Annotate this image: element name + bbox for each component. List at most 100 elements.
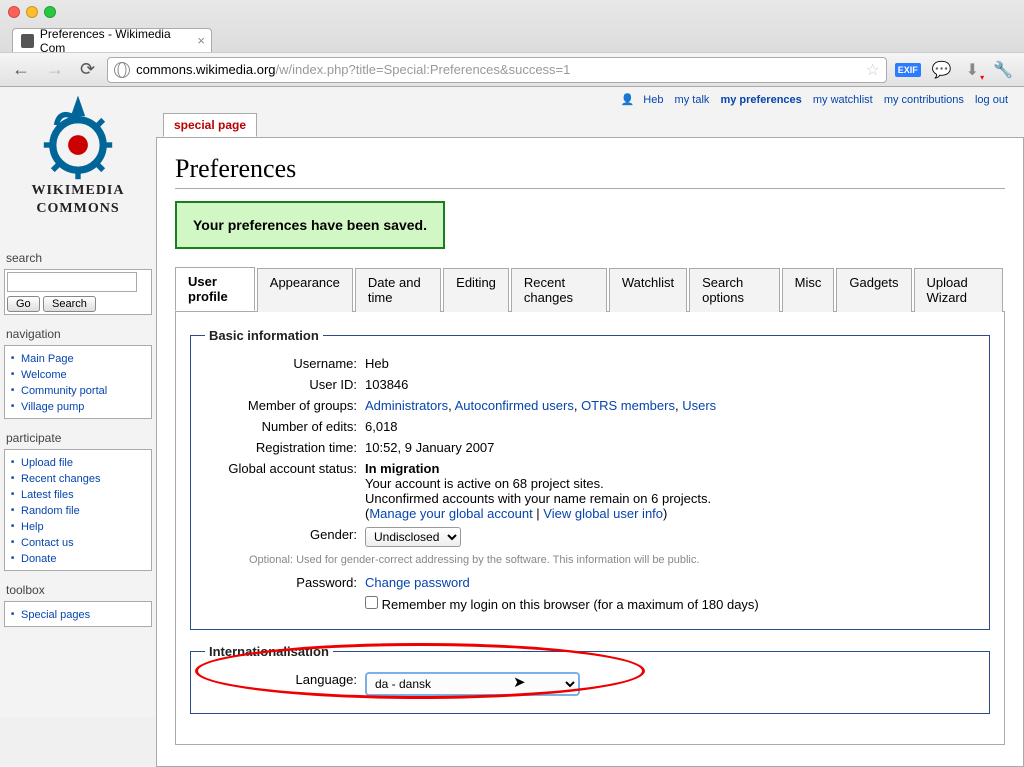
intl-fieldset: Internationalisation Language:da - dansk… — [190, 644, 990, 714]
bookmark-star-icon[interactable]: ☆ — [865, 60, 879, 80]
part-recent-changes[interactable]: Recent changes — [21, 473, 101, 485]
link-logout[interactable]: log out — [975, 94, 1008, 106]
userid-value: 103846 — [365, 377, 975, 392]
remember-checkbox[interactable] — [365, 596, 378, 609]
part-help[interactable]: Help — [21, 521, 44, 533]
tab-upload-wizard[interactable]: Upload Wizard — [914, 268, 1003, 312]
reg-value: 10:52, 9 January 2007 — [365, 440, 975, 455]
link-mywatchlist[interactable]: my watchlist — [813, 94, 873, 106]
participate-heading: participate — [4, 427, 152, 449]
group-otrs[interactable]: OTRS members — [581, 398, 675, 413]
tab-search-options[interactable]: Search options — [689, 268, 780, 312]
tab-content: Basic information Username:Heb User ID:1… — [175, 312, 1005, 745]
tab-date-time[interactable]: Date and time — [355, 268, 441, 312]
url-box[interactable]: commons.wikimedia.org/w/index.php?title=… — [107, 57, 887, 83]
language-label: Language: — [205, 672, 365, 687]
edits-label: Number of edits: — [205, 419, 365, 434]
content: special page Preferences Your preference… — [156, 137, 1024, 767]
tab-watchlist[interactable]: Watchlist — [609, 268, 687, 312]
wrench-icon[interactable]: 🔧 — [990, 60, 1016, 80]
groups-value: Administrators, Autoconfirmed users, OTR… — [365, 398, 975, 413]
reload-button[interactable]: ⟳ — [76, 57, 99, 82]
part-random-file[interactable]: Random file — [21, 505, 80, 517]
close-window-button[interactable] — [8, 6, 20, 18]
part-donate[interactable]: Donate — [21, 553, 56, 565]
nav-main-page[interactable]: Main Page — [21, 353, 74, 365]
zoom-window-button[interactable] — [44, 6, 56, 18]
group-users[interactable]: Users — [682, 398, 716, 413]
tab-recent-changes[interactable]: Recent changes — [511, 268, 607, 312]
page-title: Preferences — [175, 148, 1005, 189]
logo-text-2: COMMONS — [8, 201, 148, 217]
nav-welcome[interactable]: Welcome — [21, 369, 67, 381]
gstatus-value: In migration Your account is active on 6… — [365, 461, 975, 521]
gender-select[interactable]: Undisclosed — [365, 527, 461, 547]
close-tab-icon[interactable]: × — [197, 33, 205, 48]
groups-label: Member of groups: — [205, 398, 365, 413]
link-view-global[interactable]: View global user info — [543, 506, 663, 521]
gender-hint: Optional: Used for gender-correct addres… — [205, 554, 975, 566]
browser-chrome: Preferences - Wikimedia Com × ← → ⟳ comm… — [0, 0, 1024, 87]
tab-misc[interactable]: Misc — [782, 268, 835, 312]
browser-tabbar: Preferences - Wikimedia Com × — [0, 24, 1024, 52]
toolbox-box: Special pages — [4, 601, 152, 627]
link-user[interactable]: Heb — [643, 94, 663, 106]
exif-badge[interactable]: EXIF — [895, 63, 921, 77]
link-mytalk[interactable]: my talk — [675, 94, 710, 106]
part-contact-us[interactable]: Contact us — [21, 537, 74, 549]
page: 👤 Heb my talk my preferences my watchlis… — [0, 87, 1024, 717]
forward-button: → — [42, 57, 68, 82]
link-myprefs[interactable]: my preferences — [720, 94, 801, 106]
nav-community-portal[interactable]: Community portal — [21, 385, 107, 397]
go-button[interactable]: Go — [7, 296, 40, 312]
part-latest-files[interactable]: Latest files — [21, 489, 74, 501]
password-label: Password: — [205, 575, 365, 590]
change-password-link[interactable]: Change password — [365, 575, 470, 590]
cursor-icon: ➤ — [513, 673, 526, 691]
group-administrators[interactable]: Administrators — [365, 398, 448, 413]
link-mycontributions[interactable]: my contributions — [884, 94, 964, 106]
participate-box: Upload file Recent changes Latest files … — [4, 449, 152, 571]
download-icon[interactable]: ⬇ — [963, 60, 982, 80]
tab-user-profile[interactable]: User profile — [175, 267, 255, 311]
tab-appearance[interactable]: Appearance — [257, 268, 353, 312]
special-page-tab[interactable]: special page — [163, 113, 257, 137]
link-manage-global[interactable]: Manage your global account — [369, 506, 532, 521]
search-heading: search — [4, 247, 152, 269]
favicon-icon — [21, 34, 34, 48]
browser-tab[interactable]: Preferences - Wikimedia Com × — [12, 28, 212, 52]
basic-info-fieldset: Basic information Username:Heb User ID:1… — [190, 328, 990, 630]
tab-gadgets[interactable]: Gadgets — [836, 268, 911, 312]
nav-village-pump[interactable]: Village pump — [21, 401, 84, 413]
tab-editing[interactable]: Editing — [443, 268, 509, 312]
user-icon: 👤 — [621, 94, 635, 106]
globe-icon — [114, 62, 130, 78]
intl-legend: Internationalisation — [205, 644, 333, 659]
window-titlebar — [0, 0, 1024, 24]
gender-label: Gender: — [205, 527, 365, 542]
success-alert: Your preferences have been saved. — [175, 201, 445, 249]
preference-tabs: User profile Appearance Date and time Ed… — [175, 267, 1005, 312]
reg-label: Registration time: — [205, 440, 365, 455]
back-button[interactable]: ← — [8, 57, 34, 82]
language-select[interactable]: da - dansk — [365, 672, 580, 696]
commons-logo-icon — [33, 91, 123, 181]
part-upload-file[interactable]: Upload file — [21, 457, 73, 469]
sidebar: search Go Search navigation Main Page We… — [4, 247, 152, 635]
traffic-lights — [8, 6, 56, 18]
logo-text-1: WIKIMEDIA — [8, 183, 148, 199]
site-logo[interactable]: WIKIMEDIA COMMONS — [8, 91, 148, 217]
chat-icon[interactable]: 💬 — [929, 60, 955, 80]
tool-special-pages[interactable]: Special pages — [21, 609, 90, 621]
search-button[interactable]: Search — [43, 296, 96, 312]
remember-label: Remember my login on this browser (for a… — [382, 597, 759, 612]
group-autoconfirmed[interactable]: Autoconfirmed users — [455, 398, 574, 413]
search-input[interactable] — [7, 272, 137, 292]
userid-label: User ID: — [205, 377, 365, 392]
browser-toolbar: ← → ⟳ commons.wikimedia.org/w/index.php?… — [0, 52, 1024, 86]
edits-value: 6,018 — [365, 419, 975, 434]
minimize-window-button[interactable] — [26, 6, 38, 18]
top-user-links: 👤 Heb my talk my preferences my watchlis… — [0, 87, 1024, 112]
basic-info-legend: Basic information — [205, 328, 323, 343]
toolbox-heading: toolbox — [4, 579, 152, 601]
